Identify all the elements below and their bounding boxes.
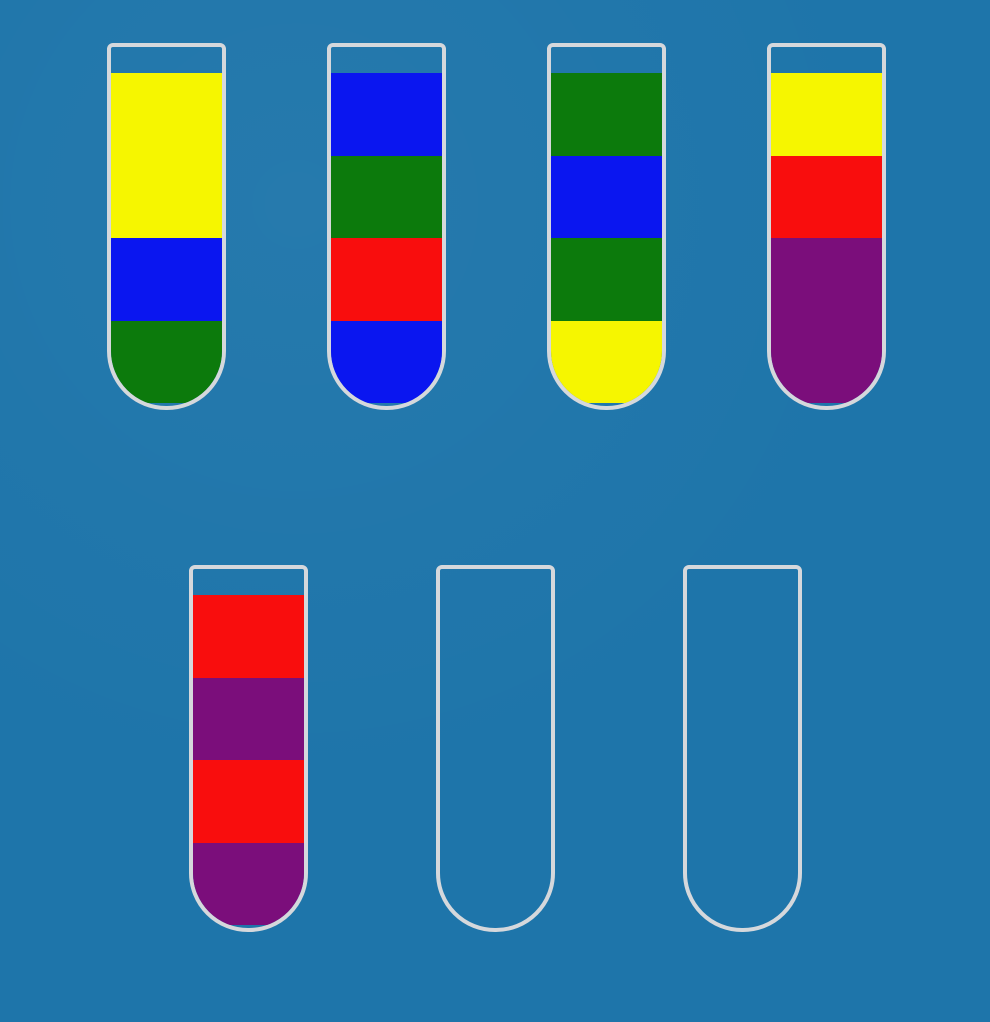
tube-1-liquid (111, 73, 222, 406)
tube-3-segment-green (551, 73, 662, 156)
tube-6-empty-slot (440, 760, 551, 843)
tube-4-segment-purple (771, 320, 882, 403)
tube-4-segment-purple (771, 238, 882, 321)
tube-5-segment-purple (193, 677, 304, 760)
tube-5-liquid (193, 595, 304, 928)
tube-1-segment-yellow (111, 73, 222, 156)
tube-7[interactable] (683, 565, 802, 932)
tube-6-empty-slot (440, 843, 551, 926)
tube-3-segment-blue (551, 155, 662, 238)
tube-1[interactable] (107, 43, 226, 410)
tube-1-segment-yellow (111, 155, 222, 238)
tube-1-segment-green (111, 320, 222, 403)
tube-5-segment-red (193, 760, 304, 843)
game-board (0, 0, 990, 1022)
tube-6-empty-slot (440, 595, 551, 678)
tube-7-empty-slot (687, 760, 798, 843)
tube-3[interactable] (547, 43, 666, 410)
tube-4-segment-yellow (771, 73, 882, 156)
tube-4-liquid (771, 73, 882, 406)
tube-2-segment-green (331, 155, 442, 238)
tube-7-empty-slot (687, 595, 798, 678)
tube-7-empty-slot (687, 843, 798, 926)
tube-6[interactable] (436, 565, 555, 932)
tube-6-liquid (440, 595, 551, 928)
tube-1-segment-blue (111, 238, 222, 321)
tube-7-liquid (687, 595, 798, 928)
tube-4[interactable] (767, 43, 886, 410)
tube-5[interactable] (189, 565, 308, 932)
tube-3-segment-green (551, 238, 662, 321)
tube-7-empty-slot (687, 678, 798, 761)
tube-2-liquid (331, 73, 442, 406)
tube-2[interactable] (327, 43, 446, 410)
tube-3-segment-yellow (551, 320, 662, 403)
tube-6-empty-slot (440, 678, 551, 761)
tube-2-segment-blue (331, 73, 442, 156)
tube-5-segment-purple (193, 842, 304, 925)
tube-2-segment-blue (331, 320, 442, 403)
tube-2-segment-red (331, 238, 442, 321)
tube-5-segment-red (193, 595, 304, 678)
tube-4-segment-red (771, 155, 882, 238)
tube-3-liquid (551, 73, 662, 406)
